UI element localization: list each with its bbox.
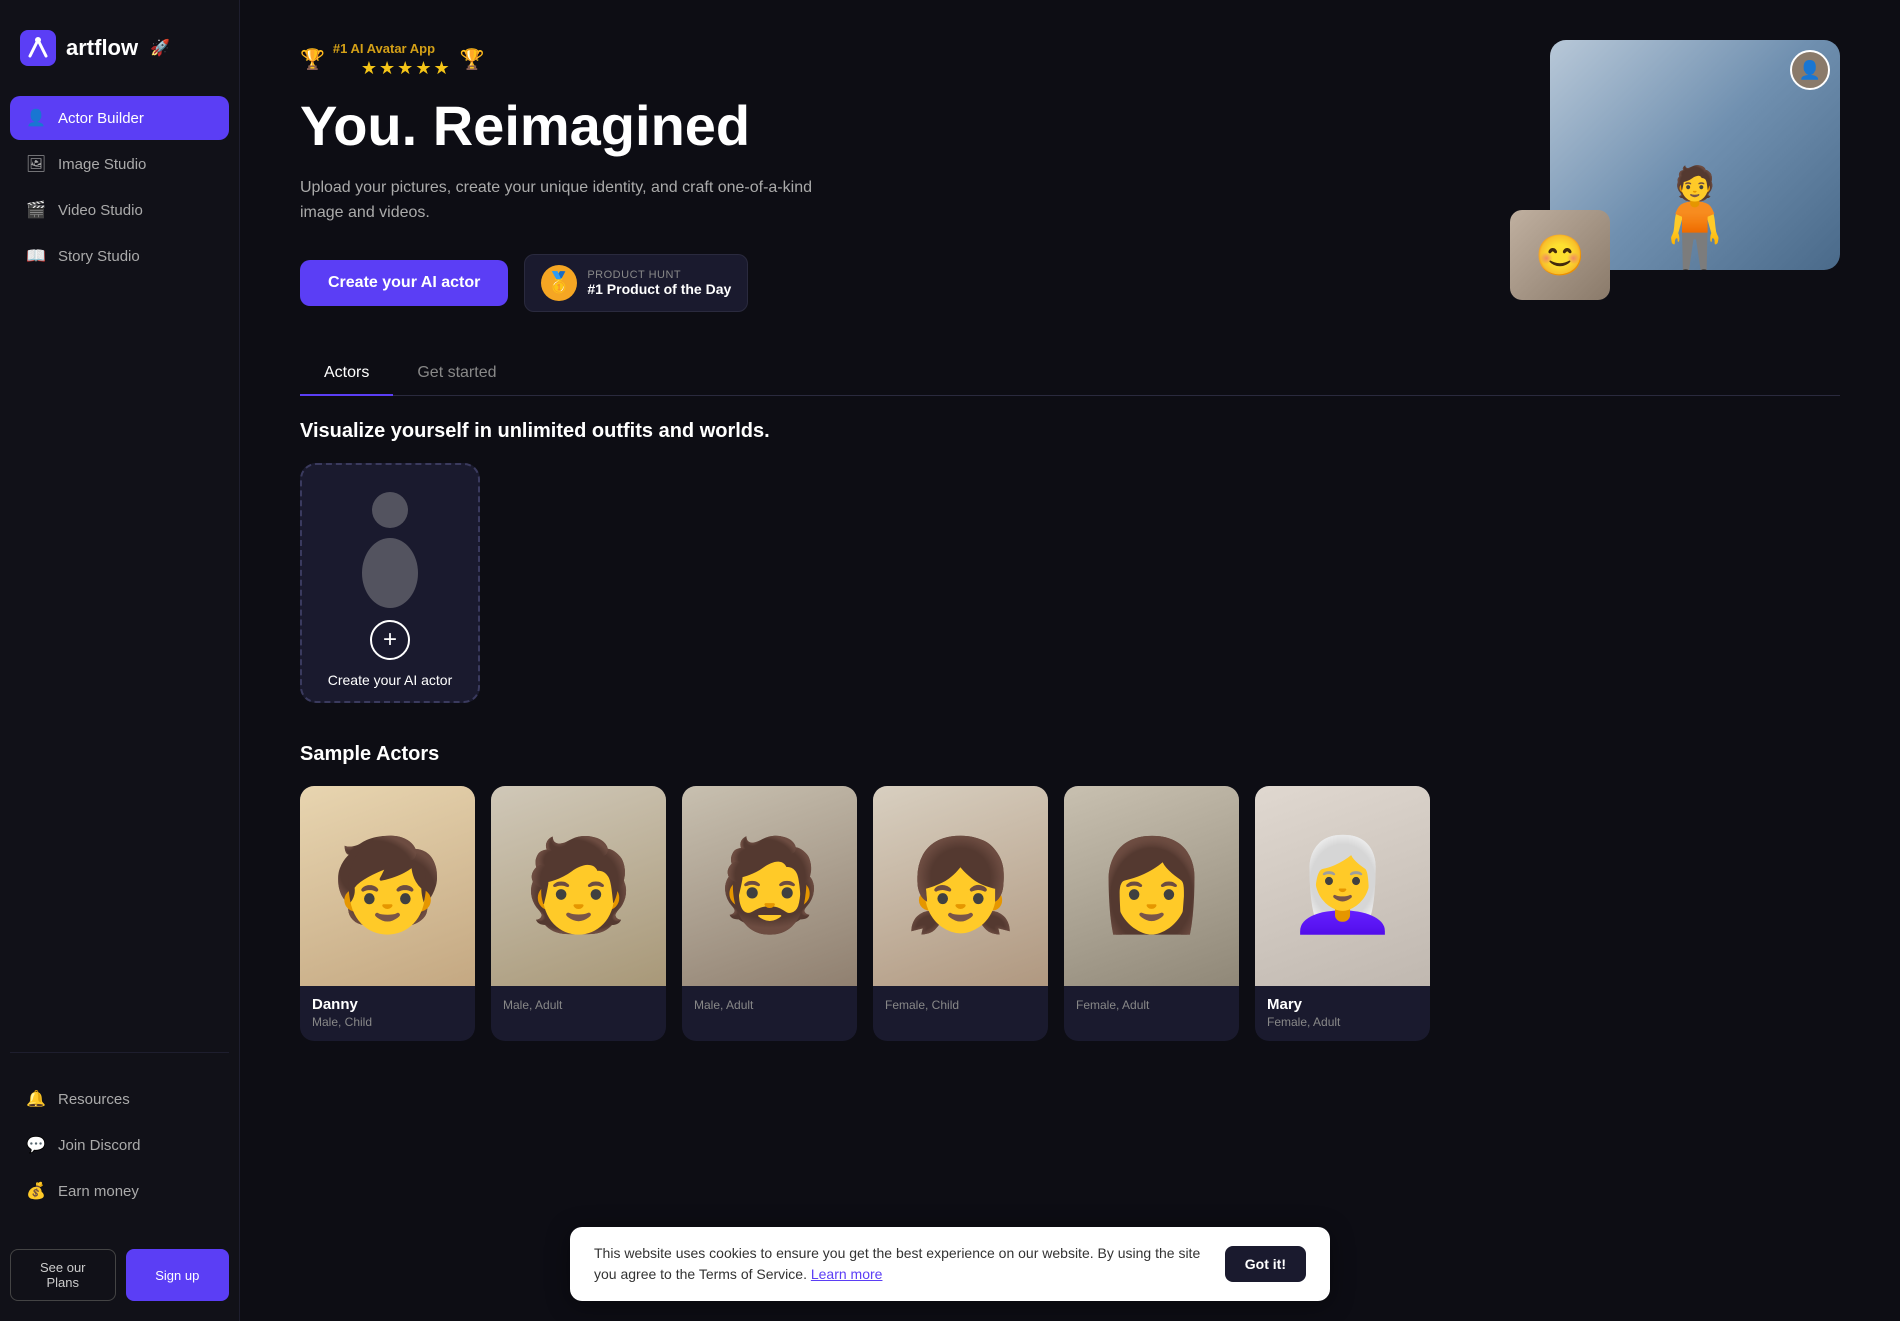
actor-name: Mary bbox=[1267, 996, 1418, 1013]
product-hunt-badge: 🥇 PRODUCT HUNT #1 Product of the Day bbox=[524, 254, 748, 312]
actor-info: Mary Female, Adult bbox=[1255, 986, 1430, 1041]
add-icon: + bbox=[370, 620, 410, 660]
ph-info: PRODUCT HUNT #1 Product of the Day bbox=[587, 269, 731, 297]
nav-divider bbox=[10, 1052, 229, 1053]
actor-image: 👩 bbox=[1064, 786, 1239, 986]
actor-card[interactable]: 👩 Female, Adult bbox=[1064, 786, 1239, 1041]
sidebar-footer-buttons: See our Plans Sign up bbox=[0, 1233, 239, 1301]
actor-card[interactable]: 🧑 Male, Adult bbox=[491, 786, 666, 1041]
sidebar-label-earn-money: Earn money bbox=[58, 1183, 139, 1200]
cookie-banner: This website uses cookies to ensure you … bbox=[570, 1227, 1330, 1301]
sidebar-item-join-discord[interactable]: 💬 Join Discord bbox=[10, 1123, 229, 1167]
content-tabs: ActorsGet started bbox=[300, 352, 1840, 396]
earn-money-icon: 💰 bbox=[26, 1181, 46, 1201]
actor-desc: Male, Adult bbox=[503, 998, 654, 1012]
actor-info: Danny Male, Child bbox=[300, 986, 475, 1041]
create-actor-hero-button[interactable]: Create your AI actor bbox=[300, 260, 508, 306]
story-studio-icon: 📖 bbox=[26, 246, 46, 266]
actor-image: 👧 bbox=[873, 786, 1048, 986]
badge-text: #1 AI Avatar App bbox=[333, 41, 435, 56]
actor-card[interactable]: 👩‍🦳 Mary Female, Adult bbox=[1255, 786, 1430, 1041]
sidebar-label-image-studio: Image Studio bbox=[58, 156, 146, 173]
actor-builder-icon: 👤 bbox=[26, 108, 46, 128]
hero-section: 🏆 #1 AI Avatar App ★★★★★ 🏆 You. Reimagin… bbox=[300, 40, 1840, 312]
hero-title: You. Reimagined bbox=[300, 95, 820, 157]
actor-desc: Male, Adult bbox=[694, 998, 845, 1012]
hero-actions: Create your AI actor 🥇 PRODUCT HUNT #1 P… bbox=[300, 254, 820, 312]
hero-images: 👤 🧍 😊 bbox=[1520, 40, 1840, 300]
sidebar-item-resources[interactable]: 🔔 Resources bbox=[10, 1077, 229, 1121]
hero-avatar-thumb: 👤 bbox=[1790, 50, 1830, 90]
sample-actors-section: Sample Actors 🧒 Danny Male, Child 🧑 Male… bbox=[300, 743, 1840, 1041]
sidebar-label-video-studio: Video Studio bbox=[58, 202, 143, 219]
laurel-right-icon: 🏆 bbox=[460, 47, 485, 72]
cookie-accept-button[interactable]: Got it! bbox=[1225, 1246, 1306, 1282]
actor-image: 👩‍🦳 bbox=[1255, 786, 1430, 986]
create-actor-card[interactable]: + Create your AI actor bbox=[300, 463, 480, 703]
cookie-learn-more-link[interactable]: Learn more bbox=[811, 1266, 883, 1282]
actor-info: Male, Adult bbox=[491, 986, 666, 1024]
actor-desc: Male, Child bbox=[312, 1015, 463, 1029]
cookie-message: This website uses cookies to ensure you … bbox=[594, 1245, 1200, 1282]
sidebar-item-earn-money[interactable]: 💰 Earn money bbox=[10, 1169, 229, 1213]
actor-card[interactable]: 👧 Female, Child bbox=[873, 786, 1048, 1041]
logo: artflow 🚀 bbox=[0, 20, 239, 96]
sample-actors-title: Sample Actors bbox=[300, 743, 1840, 766]
main-content: 🏆 #1 AI Avatar App ★★★★★ 🏆 You. Reimagin… bbox=[240, 0, 1900, 1321]
video-studio-icon: 🎬 bbox=[26, 200, 46, 220]
ph-medal-icon: 🥇 bbox=[541, 265, 577, 301]
actor-card[interactable]: 🧒 Danny Male, Child bbox=[300, 786, 475, 1041]
resources-icon: 🔔 bbox=[26, 1089, 46, 1109]
actor-info: Male, Adult bbox=[682, 986, 857, 1024]
tab-actors[interactable]: Actors bbox=[300, 352, 393, 396]
actor-desc: Female, Adult bbox=[1076, 998, 1227, 1012]
rocket-icon: 🚀 bbox=[150, 38, 170, 58]
actor-name: Danny bbox=[312, 996, 463, 1013]
sidebar-label-story-studio: Story Studio bbox=[58, 248, 140, 265]
create-actor-label: Create your AI actor bbox=[328, 672, 453, 688]
see-plans-button[interactable]: See our Plans bbox=[10, 1249, 116, 1301]
sidebar-label-actor-builder: Actor Builder bbox=[58, 110, 144, 127]
sidebar-item-story-studio[interactable]: 📖 Story Studio bbox=[10, 234, 229, 278]
hero-subtitle: Upload your pictures, create your unique… bbox=[300, 175, 820, 226]
actor-info: Female, Adult bbox=[1064, 986, 1239, 1024]
join-discord-icon: 💬 bbox=[26, 1135, 46, 1155]
sidebar-label-resources: Resources bbox=[58, 1091, 130, 1108]
visualize-title: Visualize yourself in unlimited outfits … bbox=[300, 420, 1840, 443]
image-studio-icon: 🖼 bbox=[26, 154, 46, 174]
ph-label: PRODUCT HUNT bbox=[587, 269, 731, 281]
actor-desc: Female, Adult bbox=[1267, 1015, 1418, 1029]
sidebar-label-join-discord: Join Discord bbox=[58, 1137, 141, 1154]
app-name: artflow bbox=[66, 35, 138, 61]
tab-get-started[interactable]: Get started bbox=[393, 352, 520, 396]
actor-info: Female, Child bbox=[873, 986, 1048, 1024]
sidebar-bottom-nav: 🔔 Resources 💬 Join Discord 💰 Earn money bbox=[0, 1067, 239, 1233]
ph-title: #1 Product of the Day bbox=[587, 281, 731, 297]
sidebar-item-image-studio[interactable]: 🖼 Image Studio bbox=[10, 142, 229, 186]
hero-small-image: 😊 bbox=[1510, 210, 1610, 300]
actor-image: 🧒 bbox=[300, 786, 475, 986]
laurel-left-icon: 🏆 bbox=[300, 47, 325, 72]
sidebar-item-actor-builder[interactable]: 👤 Actor Builder bbox=[10, 96, 229, 140]
actor-image: 🧔 bbox=[682, 786, 857, 986]
artflow-logo-icon bbox=[20, 30, 56, 66]
hero-left: 🏆 #1 AI Avatar App ★★★★★ 🏆 You. Reimagin… bbox=[300, 40, 820, 312]
actors-grid: 🧒 Danny Male, Child 🧑 Male, Adult 🧔 Male… bbox=[300, 786, 1840, 1041]
sign-up-button[interactable]: Sign up bbox=[126, 1249, 230, 1301]
actor-desc: Female, Child bbox=[885, 998, 1036, 1012]
star-rating: ★★★★★ bbox=[361, 58, 452, 79]
actor-card[interactable]: 🧔 Male, Adult bbox=[682, 786, 857, 1041]
sidebar-item-video-studio[interactable]: 🎬 Video Studio bbox=[10, 188, 229, 232]
actor-image: 🧑 bbox=[491, 786, 666, 986]
actor-silhouette-icon bbox=[345, 478, 435, 608]
cookie-text: This website uses cookies to ensure you … bbox=[594, 1243, 1205, 1285]
hero-badge: 🏆 #1 AI Avatar App ★★★★★ 🏆 bbox=[300, 40, 820, 79]
sidebar: artflow 🚀 👤 Actor Builder 🖼 Image Studio… bbox=[0, 0, 240, 1321]
main-nav: 👤 Actor Builder 🖼 Image Studio 🎬 Video S… bbox=[0, 96, 239, 1038]
